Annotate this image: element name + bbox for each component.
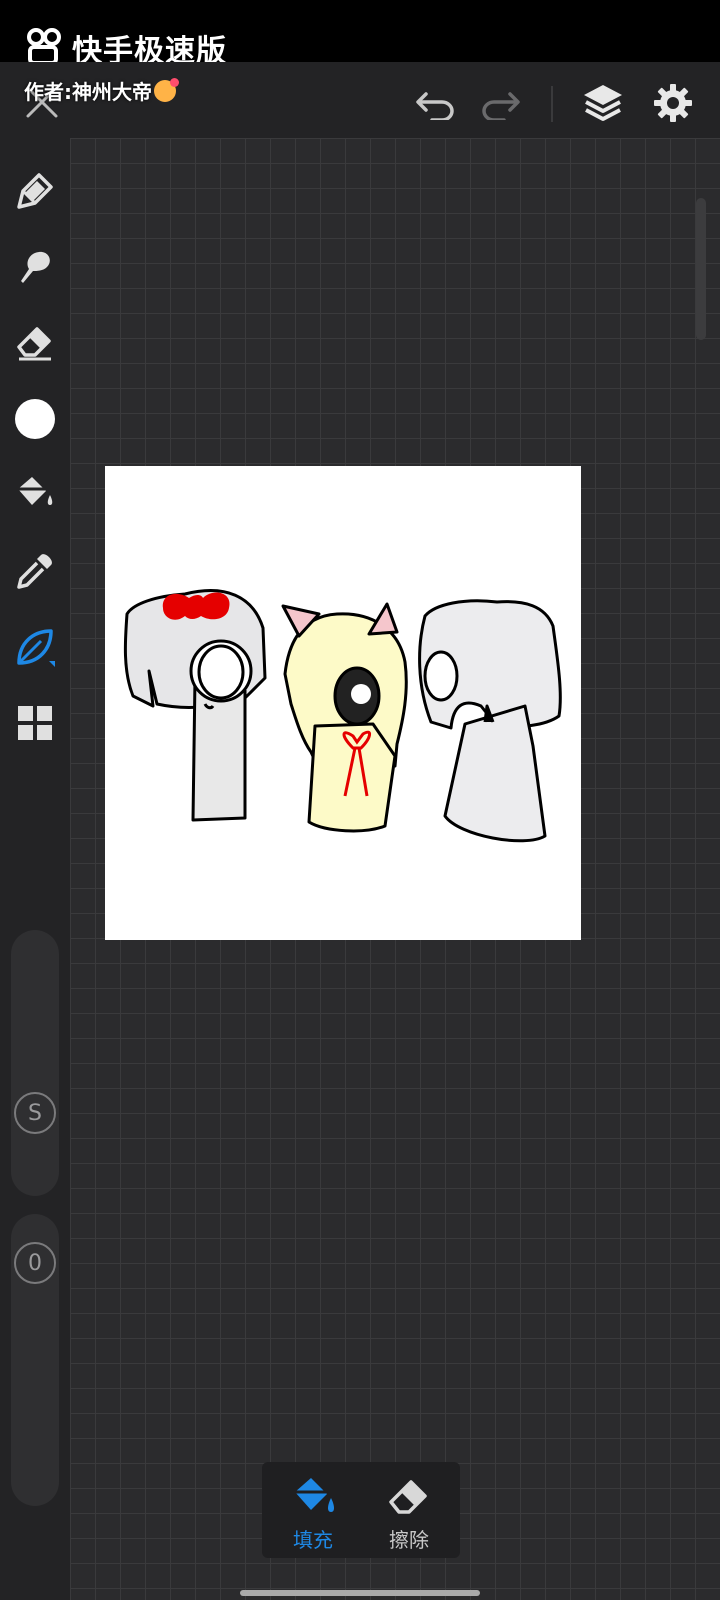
undo-icon[interactable]	[414, 84, 458, 124]
toolbar-divider	[551, 86, 553, 122]
layers-icon[interactable]	[580, 80, 626, 126]
fill-erase-panel: 填充 擦除	[262, 1462, 460, 1558]
redo-icon[interactable]	[478, 84, 522, 124]
character-middle	[281, 602, 408, 833]
opacity-slider[interactable]: 0	[11, 1214, 59, 1506]
fill-button[interactable]: 填充	[266, 1462, 360, 1558]
eraser-icon	[389, 1480, 427, 1514]
drawing-illustration	[123, 589, 562, 843]
character-right	[418, 599, 562, 843]
fill-label: 填充	[293, 1528, 333, 1552]
pen-icon[interactable]	[10, 166, 60, 216]
color-swatch[interactable]	[10, 394, 60, 444]
paint-bucket-icon[interactable]	[10, 468, 60, 518]
paint-bucket-icon	[295, 1478, 334, 1512]
gear-icon[interactable]	[650, 80, 696, 126]
kuaishou-logo-icon	[27, 28, 61, 65]
scroll-handle[interactable]	[696, 198, 706, 340]
eraser-icon[interactable]	[10, 318, 60, 368]
erase-button[interactable]: 擦除	[362, 1462, 456, 1558]
grid-icon[interactable]	[10, 698, 60, 748]
erase-label: 擦除	[389, 1528, 429, 1552]
smiling-face-emoji-icon	[154, 78, 179, 102]
leaf-icon[interactable]	[10, 622, 60, 672]
home-indicator[interactable]	[240, 1590, 480, 1596]
eyedropper-icon[interactable]	[10, 546, 60, 596]
drawing-artboard[interactable]	[105, 466, 581, 940]
opacity-slider-knob[interactable]: 0	[14, 1242, 56, 1284]
brush-size-slider[interactable]: S	[11, 930, 59, 1196]
author-label: 作者:神州大帝	[24, 76, 179, 105]
smudge-icon[interactable]	[10, 242, 60, 292]
size-slider-knob[interactable]: S	[14, 1092, 56, 1134]
red-bow	[162, 592, 230, 620]
character-left	[123, 589, 267, 822]
